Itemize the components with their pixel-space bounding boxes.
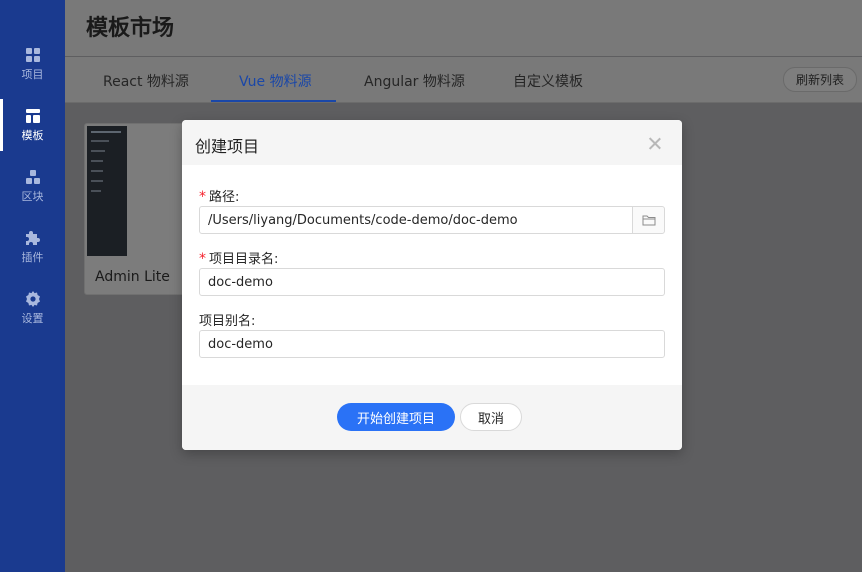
cancel-button[interactable]: 取消	[460, 403, 522, 431]
active-tab-indicator	[211, 100, 336, 102]
grid-icon	[25, 48, 40, 62]
required-mark: *	[199, 251, 206, 267]
sidebar-item-label: 区块	[21, 190, 44, 203]
layout-icon	[25, 109, 40, 123]
alias-input[interactable]	[199, 330, 665, 358]
blocks-icon	[25, 170, 40, 184]
template-title: Admin Lite	[95, 269, 170, 285]
sidebar-item-label: 插件	[21, 251, 44, 264]
thumb-menu-line	[91, 160, 103, 162]
alias-label: 项目别名:	[199, 314, 256, 329]
puzzle-icon	[25, 231, 40, 245]
page-title: 模板市场	[86, 16, 175, 41]
start-create-project-button[interactable]: 开始创建项目	[337, 403, 455, 431]
folder-picker-button[interactable]	[632, 206, 665, 234]
folder-icon	[642, 215, 655, 226]
path-input[interactable]	[199, 206, 633, 234]
tab-custom-templates[interactable]: 自定义模板	[513, 71, 583, 91]
sidebar-item-projects[interactable]: 项目	[0, 36, 65, 92]
sidebar-item-label: 模板	[21, 129, 44, 142]
thumb-menu-line	[91, 150, 105, 152]
sidebar-item-settings[interactable]: 设置	[0, 280, 65, 336]
template-thumbnail	[87, 126, 127, 256]
thumb-menu-line	[91, 180, 103, 182]
template-card[interactable]: Admin Lite	[84, 123, 194, 295]
page-header: 模板市场	[65, 0, 862, 56]
tabs-bar: React 物料源 Vue 物料源 Angular 物料源 自定义模板	[65, 57, 862, 103]
modal-header: 创建项目	[182, 120, 682, 165]
close-icon[interactable]	[647, 136, 663, 152]
sidebar-item-blocks[interactable]: 区块	[0, 158, 65, 214]
sidebar-item-label: 设置	[21, 312, 44, 325]
tab-angular[interactable]: Angular 物料源	[364, 71, 465, 91]
path-label: * 路径:	[199, 189, 240, 205]
modal-footer: 开始创建项目 取消	[182, 385, 682, 450]
create-project-modal: 创建项目 *路径: *项目目录名: 项目别名: 开始创建项目 取消	[182, 120, 682, 450]
modal-title: 创建项目	[195, 137, 260, 156]
tab-react[interactable]: React 物料源	[103, 71, 189, 91]
gear-icon	[25, 291, 40, 307]
thumb-menu-line	[91, 140, 109, 142]
sidebar: 项目 模板 区块 插件 设置	[0, 0, 65, 572]
thumb-menu-line	[91, 170, 103, 172]
thumb-menu-line	[91, 190, 101, 192]
thumb-brand-bar	[91, 131, 121, 133]
required-mark: *	[199, 189, 206, 205]
sidebar-item-label: 项目	[21, 68, 44, 81]
sidebar-item-templates[interactable]: 模板	[0, 97, 65, 153]
dir-name-input[interactable]	[199, 268, 665, 296]
tab-vue[interactable]: Vue 物料源	[239, 71, 312, 91]
dir-name-label: * 项目目录名:	[199, 251, 279, 267]
refresh-list-button[interactable]: 刷新列表	[783, 67, 857, 92]
sidebar-item-plugins[interactable]: 插件	[0, 219, 65, 275]
